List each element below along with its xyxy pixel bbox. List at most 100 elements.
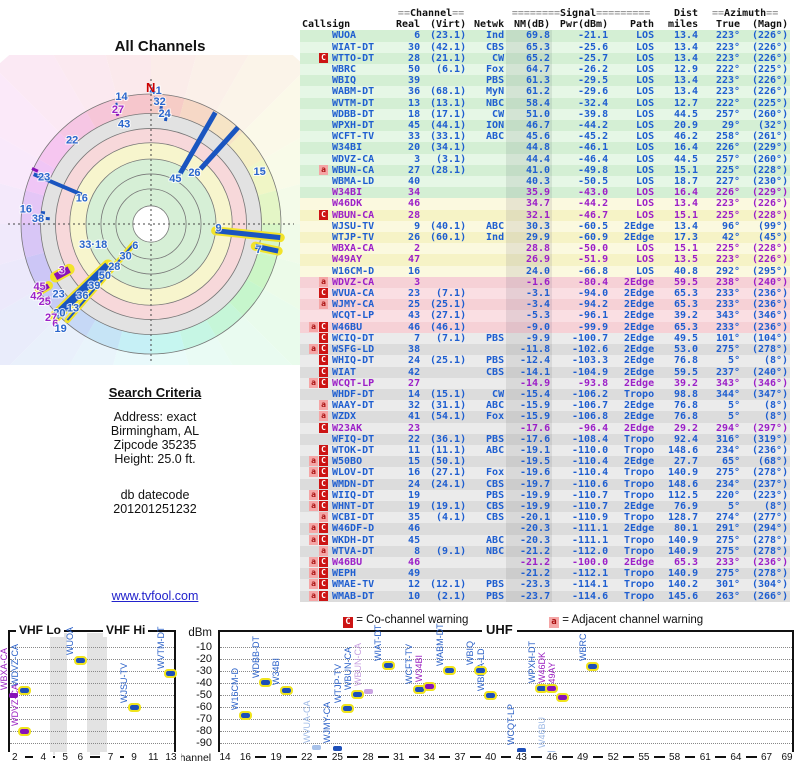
radar-channel-label: 36 <box>76 290 88 302</box>
table-row: a C WHNT-DT 19 (19.1) CBS -19.9 -110.7 2Edge 76.9… <box>300 500 791 513</box>
radar-channel-label: 3 <box>59 264 65 276</box>
adjacent-channel-badge: a <box>549 617 559 628</box>
channel-tick-label: 67 <box>756 752 777 763</box>
radar-channel-label: 32 <box>153 96 165 108</box>
radar-channel-label: 19 <box>54 323 66 335</box>
signal-bar-label: WPXH-DT <box>526 641 537 684</box>
signal-bar-label: WUOA <box>65 627 76 656</box>
dbm-tick-label: -90 <box>196 737 212 749</box>
signal-bar <box>164 669 178 679</box>
channel-tick-label: 34 <box>419 752 440 763</box>
channel-tick-label: 58 <box>664 752 685 763</box>
table-row: WDBB-DT 18 (17.1) CW 51.0 -39.8 LOS 44.5 257° (26… <box>300 108 791 121</box>
signal-bar <box>443 666 457 676</box>
gridline <box>220 683 792 684</box>
signal-bar-label: WBIQ <box>465 641 476 666</box>
radar-channel-label: 50 <box>99 270 111 282</box>
radar-channel-label: 6 <box>132 240 138 252</box>
gridline <box>10 683 174 684</box>
db-datecode: db datecode 201201251232 <box>113 488 197 516</box>
signal-bar-label: WJSU-TV <box>119 662 129 703</box>
signal-bar-label: W46DK <box>536 652 547 684</box>
signal-bar <box>351 690 365 700</box>
tvfool-link[interactable]: www.tvfool.com <box>112 589 199 603</box>
table-row: WBXA-CA 2 28.8 -50.0 LOS 15.1 225° (228°) <box>300 243 791 255</box>
gridline <box>220 659 792 660</box>
table-row: a C WMAB-DT 10 (2.1) PBS -23.7 -114.6 Tropo 145.6… <box>300 590 791 602</box>
table-row: WIAT-DT 30 (42.1) CBS 65.3 -25.6 LOS 13.4 223° (2… <box>300 41 791 53</box>
dbm-axis-label: dBm <box>188 627 212 639</box>
signal-bar-label: WIAT-DT <box>373 624 384 661</box>
tvfool-link-wrap: www.tvfool.com <box>75 589 235 603</box>
gridline <box>10 671 174 672</box>
channel-tick-label: 43 <box>511 752 532 763</box>
channel-tick-label: 52 <box>603 752 624 763</box>
signal-bar-label: WABM-DT <box>434 622 445 666</box>
gridline <box>10 647 174 648</box>
signal-bar-label: W34BI <box>271 658 282 686</box>
radar-channel-label: 14 <box>115 91 128 103</box>
signal-bar <box>18 686 32 696</box>
table-row: WHDF-DT 14 (15.1) CW -15.4 -106.2 Tropo 98.8 344… <box>300 388 791 401</box>
table-row: C WHIQ-DT 24 (25.1) PBS -12.4 -103.3 2Edge 76.8 5… <box>300 355 791 367</box>
channel-tick-label: 28 <box>358 752 379 763</box>
signal-bar-label: W34BI <box>414 654 425 682</box>
radar-channel-label: 15 <box>254 166 266 178</box>
signal-bar <box>484 691 498 701</box>
legend-adj-text: = Adjacent channel warning <box>559 614 704 626</box>
radar-channel-label: 13 <box>67 303 79 315</box>
radar-plot: 41322414274322231616381545 269733·1836302… <box>0 55 300 365</box>
signal-bar <box>555 692 569 702</box>
signal-bar <box>422 682 436 692</box>
table-row: WCFT-TV 33 (33.1) ABC 45.6 -45.2 LOS 46.2 258° (2… <box>300 131 791 143</box>
signal-table-head: ==Channel== ========Signal========= Dist ==… <box>302 8 789 31</box>
signal-bar <box>586 661 600 671</box>
table-row: C W23AK 23 -17.6 -96.4 2Edge 29.2 294° (297°) <box>300 422 791 434</box>
table-row: a C W46DF-D 46 -20.3 -111.1 2Edge 80.1 291° (294°… <box>300 523 791 535</box>
table-row: a WZDX 41 (54.1) Fox -15.9 -106.8 2Edge 76.8 5° (8… <box>300 411 791 423</box>
search-criteria-lines: Address: exact Birmingham, AL Zipcode 3523… <box>110 410 200 466</box>
table-row: WCQT-LP 43 (27.1) -5.3 -96.1 2Edge 39.2 343° (34… <box>300 310 791 322</box>
signal-bar-label: WBRC <box>577 633 588 662</box>
signal-bar <box>18 726 32 736</box>
channel-tick-label: 9 <box>124 752 144 763</box>
table-row: W46DK 46 34.7 -44.2 LOS 13.4 223° (226°) <box>300 198 791 210</box>
signal-bar-label: WDVZ-CA <box>9 643 20 686</box>
table-row: a C WLOV-DT 16 (27.1) Fox -19.6 -110.4 Tropo 140.… <box>300 467 791 479</box>
channel-tick-label: 61 <box>695 752 716 763</box>
signal-bar-label: WDVZ-CA <box>9 684 20 727</box>
table-row: W34BI 20 (34.1) 44.8 -46.1 LOS 16.4 226° (229°) <box>300 142 791 154</box>
radar-channel-label: 45 <box>169 173 181 185</box>
gridline <box>220 671 792 672</box>
channel-tick-label: 46 <box>541 752 562 763</box>
table-row: W16CM-D 16 24.0 -66.8 LOS 40.8 292° (295°) <box>300 265 791 277</box>
signal-bar <box>9 692 19 698</box>
uhf-band-label: UHF <box>482 622 517 637</box>
signal-bar-label: WCFT-TV <box>404 644 415 685</box>
gridline <box>220 695 792 696</box>
table-row: WUOA 6 (23.1) Ind 69.8 -21.1 LOS 13.4 223° (226°) <box>300 30 791 42</box>
gridline <box>10 659 174 660</box>
gridline <box>10 719 174 720</box>
co-channel-badge: C <box>343 617 353 628</box>
signal-bar-label: W16CM-D <box>230 668 241 711</box>
gridline <box>10 743 174 744</box>
signal-bar-label: WCQT-LP <box>506 704 517 746</box>
table-row: WTJP-TV 26 (60.1) Ind 29.9 -60.9 2Edge 17.3 42°(… <box>300 232 791 244</box>
dbm-tick-label: -10 <box>196 641 212 653</box>
table-row: WPXH-DT 45 (44.1) ION 46.7 -44.2 LOS 20.9 29° (32… <box>300 120 791 132</box>
north-letter: N <box>146 80 155 95</box>
signal-bar-label: WJMY-CA <box>322 701 333 744</box>
channel-tick-label: 13 <box>160 752 181 763</box>
signal-table-body: WUOA 6 (23.1) Ind 69.8 -21.1 LOS 13.4 223° (226°)… <box>300 30 791 602</box>
table-row: a C WKDH-DT 45 ABC -20.3 -111.1 Tropo 140.9 275°(… <box>300 534 791 546</box>
table-row: a C W46BU 46 -21.2 -100.0 2Edge 65.3 233° (236°) <box>300 556 791 569</box>
table-row: WFIQ-DT 22 (36.1) PBS -17.6 -108.4 Tropo 92.4 31… <box>300 433 791 445</box>
channel-tick-label: 40 <box>480 752 501 763</box>
table-row: WBRC 50 (6.1) Fox 64.7 -26.2 LOS 12.9 222° (225°) <box>300 64 791 76</box>
radar-channel-label: 38 <box>32 213 44 225</box>
table-row: W49AY 47 26.9 -51.9 LOS 13.5 223° (226°) <box>300 254 791 266</box>
radar-channel-label: 7 <box>256 244 262 256</box>
table-row: a WJMY-CA 25 (25.1) -3.4 -94.2 2Edge 65.3 233° (2… <box>300 299 791 311</box>
table-row: C WVUA-CA 23 (7.1) -3.1 -94.0 2Edge 65.3 233° (23… <box>300 288 791 300</box>
